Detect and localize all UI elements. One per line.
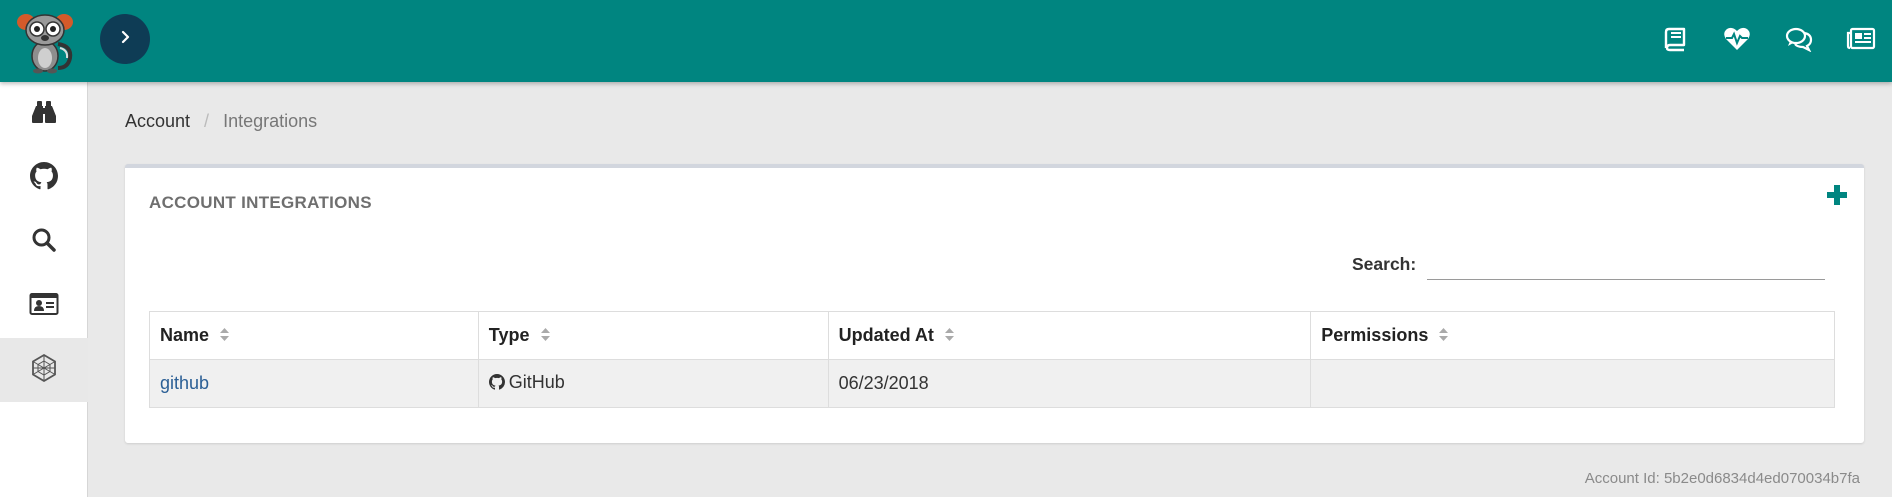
chat-button[interactable] bbox=[1768, 0, 1830, 82]
docs-button[interactable] bbox=[1644, 0, 1706, 82]
cell-updated-at: 06/23/2018 bbox=[827, 359, 1312, 408]
news-button[interactable] bbox=[1830, 0, 1892, 82]
integration-type: GitHub bbox=[508, 372, 565, 392]
integration-name-link[interactable]: github bbox=[160, 373, 209, 393]
top-navbar bbox=[0, 0, 1892, 82]
sort-icon bbox=[1439, 325, 1449, 346]
sidebar-item-explore[interactable] bbox=[0, 82, 88, 146]
column-header-name[interactable]: Name bbox=[149, 311, 479, 360]
sidebar-item-account[interactable] bbox=[0, 274, 88, 338]
github-icon bbox=[488, 374, 505, 395]
status-button[interactable] bbox=[1706, 0, 1768, 82]
integrations-table: Name Type Updated At Permissions github … bbox=[149, 311, 1835, 408]
breadcrumb-account-link[interactable]: Account bbox=[125, 111, 190, 132]
github-icon bbox=[30, 161, 58, 195]
sort-icon bbox=[540, 325, 550, 346]
newspaper-icon bbox=[1846, 27, 1876, 56]
sidebar-toggle-button[interactable] bbox=[100, 14, 150, 64]
table-header-row: Name Type Updated At Permissions bbox=[149, 311, 1835, 360]
breadcrumb-separator: / bbox=[204, 111, 210, 131]
sidebar bbox=[0, 82, 88, 497]
sort-icon bbox=[220, 325, 230, 346]
search-label: Search: bbox=[1352, 254, 1417, 274]
plus-icon bbox=[1826, 184, 1848, 211]
cell-name: github bbox=[149, 359, 479, 408]
breadcrumb-current: Integrations bbox=[223, 111, 318, 131]
heartbeat-icon bbox=[1723, 26, 1751, 57]
sort-icon bbox=[944, 325, 954, 346]
add-integration-button[interactable] bbox=[1824, 184, 1850, 210]
id-card-icon bbox=[29, 292, 59, 321]
app-logo[interactable] bbox=[14, 8, 76, 74]
panel-title: ACCOUNT INTEGRATIONS bbox=[149, 193, 372, 212]
column-header-updated-at[interactable]: Updated At bbox=[827, 311, 1312, 360]
binoculars-icon bbox=[30, 99, 58, 130]
column-header-type[interactable]: Type bbox=[477, 311, 829, 360]
sidebar-item-search[interactable] bbox=[0, 210, 88, 274]
column-header-permissions[interactable]: Permissions bbox=[1310, 311, 1835, 360]
cell-type: GitHub bbox=[477, 359, 829, 408]
table-row: github GitHub 06/23/2018 bbox=[149, 359, 1835, 408]
search-input[interactable] bbox=[1427, 242, 1825, 280]
sidebar-item-github[interactable] bbox=[0, 146, 88, 210]
account-id: Account Id: 5b2e0d6834d4ed070034b7fa bbox=[1584, 470, 1860, 487]
book-icon bbox=[1662, 26, 1688, 57]
integrations-icon bbox=[29, 353, 59, 388]
comments-icon bbox=[1785, 26, 1813, 57]
cell-permissions bbox=[1310, 359, 1835, 408]
breadcrumb: Account / Integrations bbox=[125, 111, 317, 132]
search-icon bbox=[31, 227, 57, 258]
sidebar-item-integrations[interactable] bbox=[0, 338, 88, 402]
chevron-right-icon bbox=[118, 30, 132, 49]
account-integrations-panel: ACCOUNT INTEGRATIONS Search: Name Type U… bbox=[125, 164, 1864, 443]
